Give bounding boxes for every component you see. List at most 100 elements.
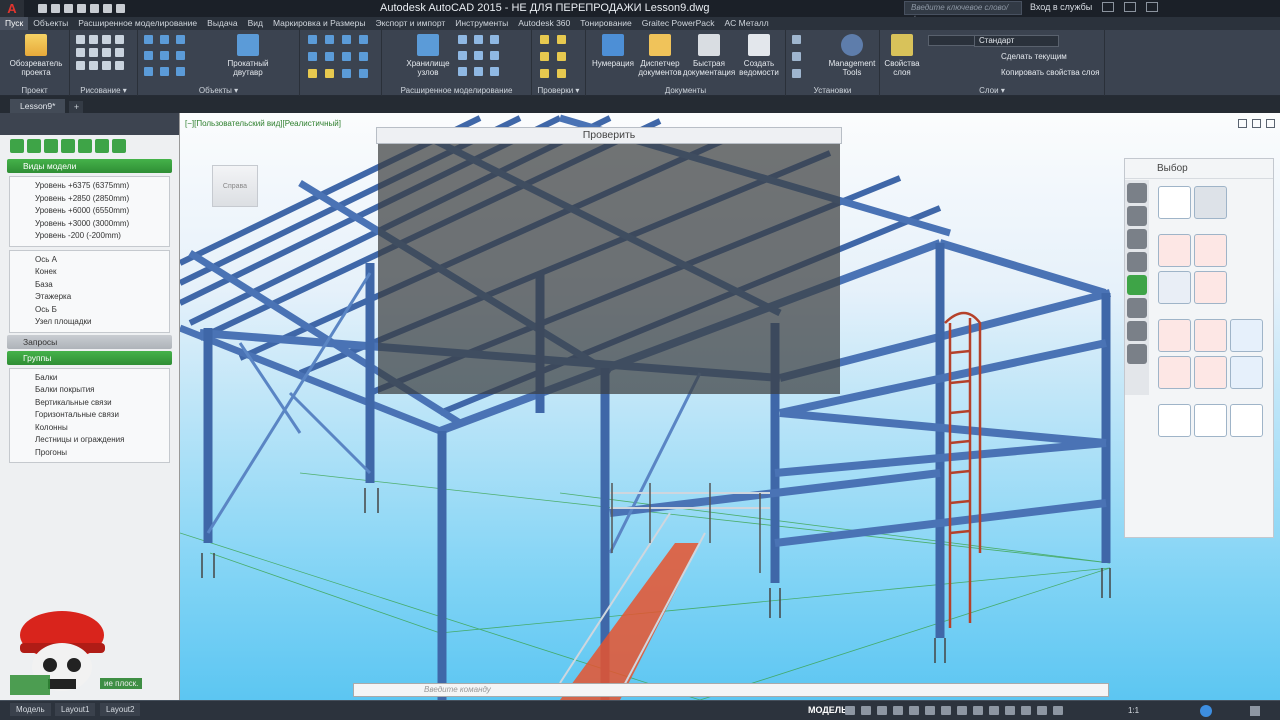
annotation-icon[interactable] xyxy=(1053,706,1063,715)
tab-powerpack[interactable]: Graitec PowerPack xyxy=(637,17,720,30)
open-icon[interactable] xyxy=(51,4,60,13)
workspace-icon[interactable] xyxy=(1200,705,1212,717)
viewport-minimize-icon[interactable] xyxy=(1252,119,1261,128)
adv-tool-5-icon[interactable] xyxy=(474,51,483,60)
doc-tab-lesson9[interactable]: Lesson9* xyxy=(10,99,66,113)
grid-toggle-icon[interactable] xyxy=(845,706,855,715)
select-tool-1-button[interactable] xyxy=(1158,186,1191,219)
adv-tool-8-icon[interactable] xyxy=(474,67,483,76)
bracket-icon[interactable] xyxy=(1127,321,1147,341)
obj-tool-7-icon[interactable] xyxy=(342,52,351,61)
hatch-icon[interactable] xyxy=(89,61,98,70)
obj-tool-9-icon[interactable] xyxy=(308,69,317,78)
osnap-toggle-icon[interactable] xyxy=(909,706,919,715)
level-item[interactable]: Уровень +6375 (6375mm) xyxy=(10,180,169,193)
queries-header[interactable]: Запросы xyxy=(7,334,172,349)
tab-autodesk360[interactable]: Autodesk 360 xyxy=(513,17,575,30)
layer-dropdown[interactable]: Стандарт xyxy=(974,35,1059,47)
tab-advanced-modeling[interactable]: Расширенное моделирование xyxy=(73,17,202,30)
signin-link[interactable]: Вход в службы xyxy=(1030,2,1092,12)
select-blue-ibeam-button[interactable] xyxy=(1230,319,1263,352)
check-1-icon[interactable] xyxy=(540,35,549,44)
tab-tools[interactable]: Инструменты xyxy=(450,17,513,30)
adv-tool-9-icon[interactable] xyxy=(490,67,499,76)
pal-tool-7-icon[interactable] xyxy=(112,139,126,153)
group-item[interactable]: Лестницы и ограждения xyxy=(10,434,169,447)
shorten-icon[interactable] xyxy=(160,67,169,76)
green-cube-icon[interactable] xyxy=(1127,275,1147,295)
axis-icon[interactable] xyxy=(1127,252,1147,272)
redo-icon[interactable] xyxy=(116,4,125,13)
group-item[interactable]: Горизонтальные связи xyxy=(10,409,169,422)
tab-layout1[interactable]: Layout1 xyxy=(55,703,96,716)
settings-1-icon[interactable] xyxy=(792,35,801,44)
delete-selection-button[interactable] xyxy=(1158,271,1191,304)
gizmo-icon[interactable] xyxy=(1037,706,1047,715)
point-icon[interactable] xyxy=(102,48,111,57)
group-item[interactable]: Балки xyxy=(10,372,169,385)
tab-view[interactable]: Вид xyxy=(243,17,268,30)
3dosnap-icon[interactable] xyxy=(989,706,999,715)
anchor-icon[interactable] xyxy=(1127,229,1147,249)
settings-3-icon[interactable] xyxy=(792,69,801,78)
obj-tool-5-icon[interactable] xyxy=(308,52,317,61)
viewcube[interactable]: Справа xyxy=(212,165,258,207)
obj-tool-6-icon[interactable] xyxy=(325,52,334,61)
pal-tool-3-icon[interactable] xyxy=(44,139,58,153)
pal-tool-4-icon[interactable] xyxy=(61,139,75,153)
new-icon[interactable] xyxy=(38,4,47,13)
selection-cycle-icon[interactable] xyxy=(973,706,983,715)
view-item[interactable]: Этажерка xyxy=(10,291,169,304)
model-space-label[interactable]: МОДЕЛЬ xyxy=(808,705,848,715)
select-red-ibeam-button[interactable] xyxy=(1158,319,1191,352)
profile-icon[interactable] xyxy=(1127,344,1147,364)
groups-header[interactable]: Группы xyxy=(7,350,172,365)
obj-tool-10-icon[interactable] xyxy=(325,69,334,78)
select-ibeam-ext-button[interactable] xyxy=(1194,319,1227,352)
obj-tool-4-icon[interactable] xyxy=(359,35,368,44)
adv-tool-6-icon[interactable] xyxy=(490,51,499,60)
project-explorer-button[interactable]: Обозреватель проекта xyxy=(6,34,66,77)
join-icon[interactable] xyxy=(176,67,185,76)
autocad-logo-icon[interactable]: A xyxy=(0,0,24,17)
view-item[interactable]: Узел площадки xyxy=(10,316,169,329)
search-input[interactable]: Введите ключевое слово/фразу xyxy=(904,1,1022,24)
add-beam-button[interactable] xyxy=(1158,234,1191,267)
viewport-close-icon[interactable] xyxy=(1266,119,1275,128)
pal-tool-6-icon[interactable] xyxy=(95,139,109,153)
transparency-toggle-icon[interactable] xyxy=(957,706,967,715)
spline-icon[interactable] xyxy=(76,48,85,57)
group-item[interactable]: Вертикальные связи xyxy=(10,397,169,410)
check-4-icon[interactable] xyxy=(557,52,566,61)
add-red-ibeam-button[interactable] xyxy=(1158,356,1191,389)
check-2-icon[interactable] xyxy=(557,35,566,44)
adv-tool-3-icon[interactable] xyxy=(490,35,499,44)
dynamic-ucs-icon[interactable] xyxy=(1005,706,1015,715)
settings-2-icon[interactable] xyxy=(792,52,801,61)
pal-tool-5-icon[interactable] xyxy=(78,139,92,153)
cut-icon[interactable] xyxy=(144,67,153,76)
adv-tool-2-icon[interactable] xyxy=(474,35,483,44)
layer-props-button[interactable]: Свойства слоя xyxy=(882,34,922,77)
level-item[interactable]: Уровень -200 (-200mm) xyxy=(10,230,169,243)
beam-icon[interactable] xyxy=(160,35,169,44)
tab-model[interactable]: Модель xyxy=(10,703,51,716)
add-ibeam-ext-button[interactable] xyxy=(1194,356,1227,389)
tab-start[interactable]: Пуск xyxy=(0,17,29,30)
polar-toggle-icon[interactable] xyxy=(893,706,903,715)
snap-toggle-icon[interactable] xyxy=(861,706,871,715)
grid-select-button[interactable] xyxy=(1194,271,1227,304)
command-line-input[interactable]: Введите команду xyxy=(353,683,1109,697)
tab-objects[interactable]: Объекты xyxy=(28,17,73,30)
text-icon[interactable] xyxy=(115,61,124,70)
drawing-viewport[interactable]: [−][Пользовательский вид][Реалистичный] … xyxy=(180,113,1280,700)
region-icon[interactable] xyxy=(102,61,111,70)
weld-icon[interactable] xyxy=(176,51,185,60)
tab-ac-metal[interactable]: AC Металл xyxy=(719,17,773,30)
annotation-scale[interactable]: 1:1 xyxy=(1128,706,1139,715)
arc-icon[interactable] xyxy=(115,35,124,44)
check-5-icon[interactable] xyxy=(540,69,549,78)
management-tools-button[interactable]: Management Tools xyxy=(826,34,878,77)
copy-layer-props-link[interactable]: Копировать свойства слоя xyxy=(1001,68,1099,77)
viewport-restore-icon[interactable] xyxy=(1238,119,1247,128)
